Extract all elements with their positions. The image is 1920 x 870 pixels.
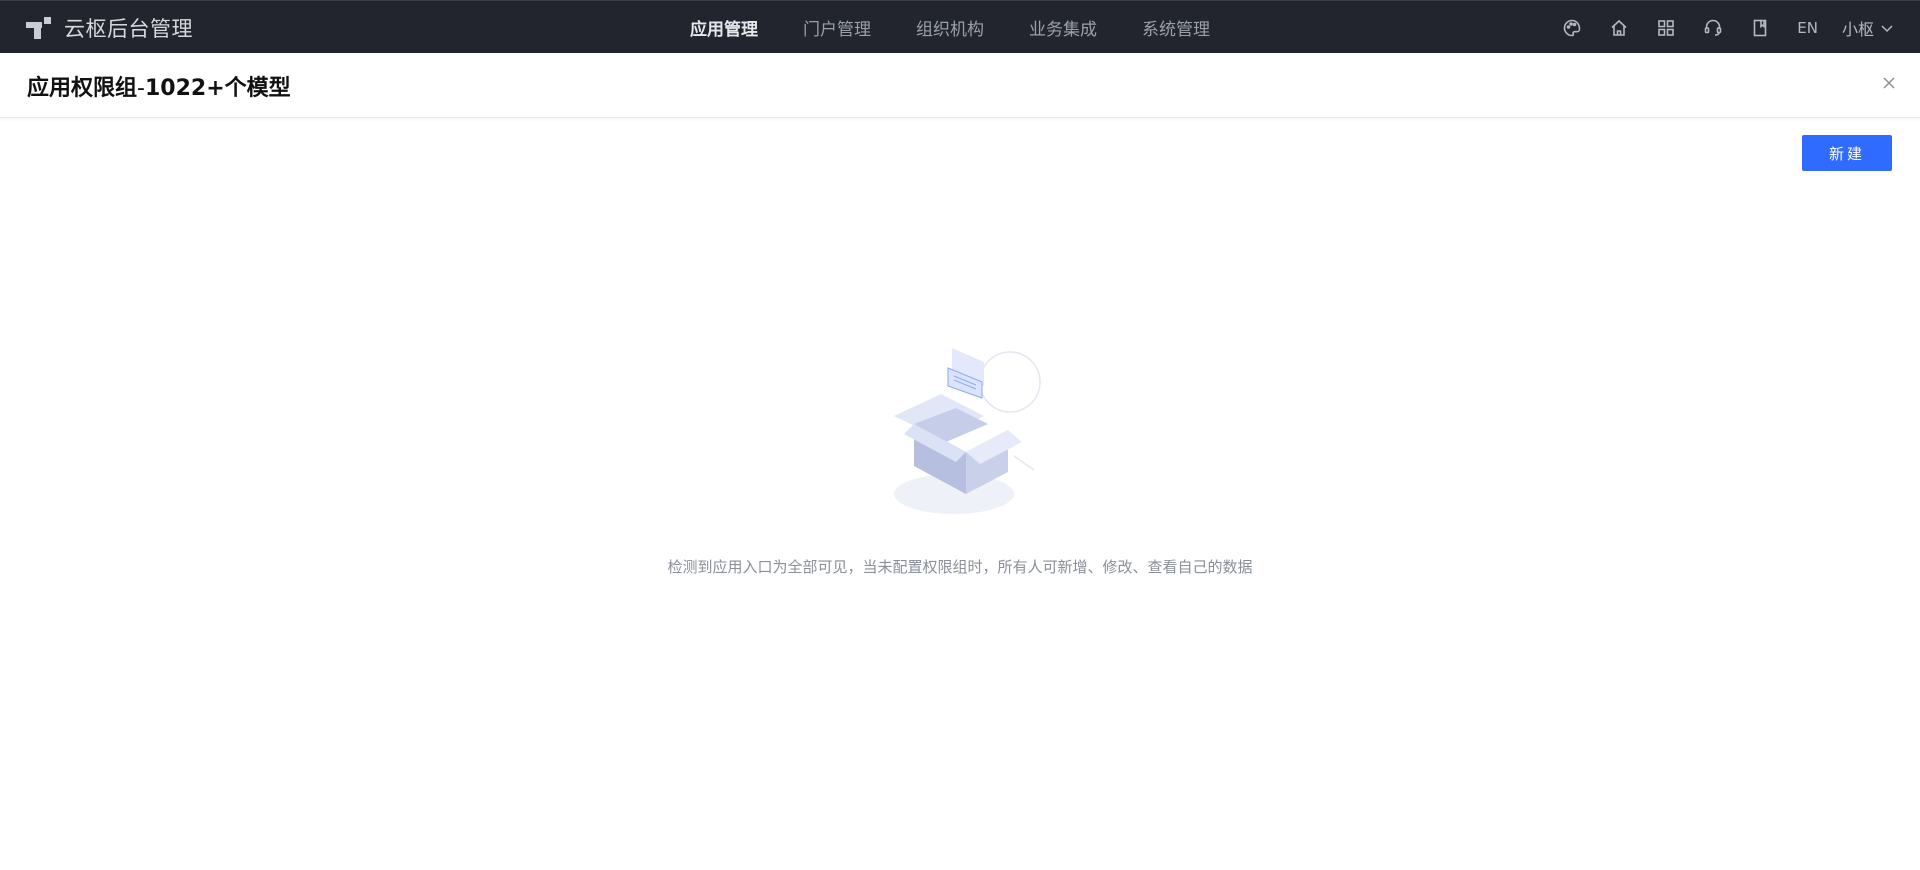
page-title-separator: - <box>137 76 145 101</box>
empty-state-message: 检测到应用入口为全部可见，当未配置权限组时，所有人可新增、修改、查看自己的数据 <box>667 558 1253 576</box>
book-icon[interactable] <box>1750 18 1770 38</box>
page-header: 应用权限组-1022+个模型 <box>0 53 1920 118</box>
nav-item-organization[interactable]: 组织机构 <box>916 15 984 40</box>
user-menu[interactable]: 小枢 <box>1842 16 1894 40</box>
cloudpivot-logo-icon <box>26 16 52 39</box>
top-navbar: 云枢后台管理 应用管理 门户管理 组织机构 业务集成 系统管理 EN 小枢 <box>0 0 1920 53</box>
empty-box-illustration <box>864 346 1064 526</box>
language-switch[interactable]: EN <box>1797 19 1818 37</box>
home-icon[interactable] <box>1609 18 1629 38</box>
page-title-model: 1022+个模型 <box>144 76 291 101</box>
chevron-down-icon <box>1881 24 1893 32</box>
brand[interactable]: 云枢后台管理 <box>26 1 193 54</box>
user-name: 小枢 <box>1841 19 1874 39</box>
page-title: 应用权限组-1022+个模型 <box>27 70 291 102</box>
brand-name: 云枢后台管理 <box>64 16 193 41</box>
header-tools: EN 小枢 <box>1535 1 1894 54</box>
page-title-prefix: 应用权限组 <box>27 76 138 101</box>
nav-item-portal-management[interactable]: 门户管理 <box>803 15 871 40</box>
nav-item-system-management[interactable]: 系统管理 <box>1142 15 1210 40</box>
nav-item-app-management[interactable]: 应用管理 <box>690 15 758 40</box>
new-button[interactable]: 新建 <box>1802 135 1892 171</box>
close-icon[interactable] <box>1880 74 1898 92</box>
nav-item-business-integration[interactable]: 业务集成 <box>1029 15 1097 40</box>
main-nav: 应用管理 门户管理 组织机构 业务集成 系统管理 <box>690 1 1255 54</box>
apps-grid-icon[interactable] <box>1656 18 1676 38</box>
headset-icon[interactable] <box>1703 18 1723 38</box>
palette-icon[interactable] <box>1562 18 1582 38</box>
